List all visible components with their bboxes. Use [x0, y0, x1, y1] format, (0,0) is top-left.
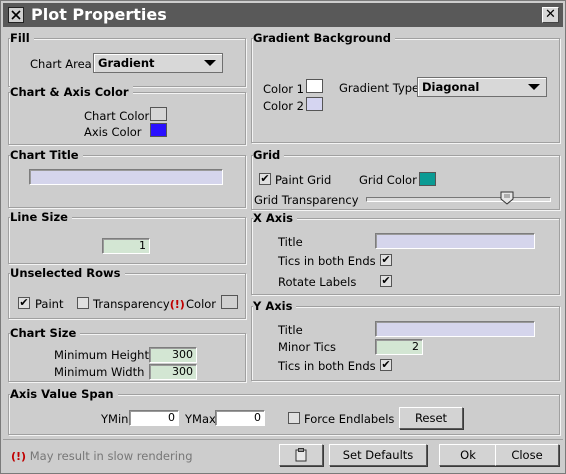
x-axis-title-label: Title — [278, 235, 303, 249]
gradient-type-select[interactable]: Diagonal — [417, 77, 547, 97]
unselected-rows-group: Unselected Rows ✔ Paint Transparency(!) … — [8, 266, 246, 319]
paint-grid-label: Paint Grid — [275, 173, 332, 187]
line-size-legend: Line Size — [10, 210, 72, 224]
ymax-label: YMax — [185, 412, 216, 426]
chart-color-label: Chart Color — [84, 109, 150, 123]
gradient-type-value: Diagonal — [422, 80, 480, 94]
x-axis-title-input[interactable] — [375, 233, 535, 249]
set-defaults-button[interactable]: Set Defaults — [329, 444, 427, 466]
line-size-group: Line Size 1 — [8, 210, 246, 264]
chart-size-group: Chart Size Minimum Height 300 Minimum Wi… — [8, 326, 246, 382]
unselected-rows-legend: Unselected Rows — [10, 266, 125, 280]
clipboard-icon — [295, 448, 307, 462]
paint-rows-checkbox[interactable]: ✔ — [18, 297, 30, 309]
axis-color-label: Axis Color — [84, 125, 142, 139]
status-text: May result in slow rendering — [29, 449, 193, 463]
clipboard-button[interactable] — [279, 444, 323, 466]
status-message: (!) May result in slow rendering — [11, 449, 193, 463]
min-width-input[interactable]: 300 — [149, 364, 197, 380]
plot-properties-dialog: Plot Properties ✕ Fill Chart Area Gradie… — [0, 0, 566, 474]
gradient-background-legend: Gradient Background — [253, 31, 395, 45]
paint-rows-label: Paint — [35, 297, 64, 311]
paint-grid-checkbox[interactable]: ✔ — [259, 173, 271, 185]
axis-value-span-legend: Axis Value Span — [10, 387, 118, 401]
rotate-labels-label: Rotate Labels — [278, 275, 357, 289]
y-axis-tics-checkbox[interactable]: ✔ — [380, 359, 392, 371]
chart-size-legend: Chart Size — [10, 326, 81, 340]
grid-color-label: Grid Color — [359, 173, 417, 187]
color1-label: Color 1 — [263, 82, 304, 96]
gradient-type-label: Gradient Type — [339, 81, 420, 95]
y-axis-legend: Y Axis — [253, 299, 297, 313]
color2-swatch[interactable] — [306, 97, 323, 111]
chart-area-value: Gradient — [98, 56, 155, 70]
app-icon — [8, 7, 24, 23]
warning-icon: (!) — [11, 450, 27, 463]
line-size-input[interactable]: 1 — [102, 238, 150, 254]
chart-axis-color-group: Chart & Axis Color Chart Color Axis Colo… — [8, 85, 246, 145]
color1-swatch[interactable] — [306, 79, 323, 93]
min-height-label: Minimum Height — [54, 348, 149, 362]
close-window-button[interactable]: ✕ — [542, 7, 559, 23]
x-axis-legend: X Axis — [253, 211, 297, 225]
minor-tics-label: Minor Tics — [278, 340, 337, 354]
slider-thumb-icon[interactable] — [500, 191, 514, 205]
gradient-background-group: Gradient Background Color 1 Color 2 Grad… — [251, 31, 560, 143]
status-bar: (!) May result in slow rendering Set Def… — [3, 439, 563, 471]
grid-group: Grid ✔ Paint Grid Grid Color Grid Transp… — [251, 148, 560, 210]
close-icon: ✕ — [545, 7, 556, 22]
chart-area-label: Chart Area — [30, 57, 92, 71]
transparency-label: Transparency(!) — [93, 297, 185, 311]
y-axis-tics-label: Tics in both Ends — [278, 359, 376, 373]
chart-title-legend: Chart Title — [10, 148, 83, 162]
force-endlabels-label: Force Endlabels — [304, 412, 395, 426]
rotate-labels-checkbox[interactable]: ✔ — [380, 275, 392, 287]
x-axis-tics-label: Tics in both Ends — [278, 254, 376, 268]
fill-legend: Fill — [10, 31, 34, 45]
chevron-down-icon — [204, 60, 216, 66]
transparency-text: Transparency — [93, 297, 170, 311]
row-color-swatch[interactable] — [221, 295, 238, 309]
axis-value-span-group: Axis Value Span YMin 0 YMax 0 Force Endl… — [8, 387, 560, 435]
ok-button[interactable]: Ok — [439, 444, 497, 466]
axis-color-swatch[interactable] — [150, 123, 167, 137]
min-height-input[interactable]: 300 — [149, 347, 197, 363]
chart-axis-color-legend: Chart & Axis Color — [10, 85, 133, 99]
window-title: Plot Properties — [31, 5, 167, 24]
chevron-down-icon — [528, 84, 540, 90]
y-axis-title-label: Title — [278, 323, 303, 337]
chart-area-select[interactable]: Gradient — [93, 53, 223, 73]
ymax-input[interactable]: 0 — [215, 410, 265, 426]
fill-group: Fill Chart Area Gradient — [8, 31, 246, 87]
transparency-checkbox[interactable] — [77, 297, 89, 309]
chart-title-input[interactable] — [29, 169, 223, 185]
close-button[interactable]: Close — [495, 444, 559, 466]
reset-button[interactable]: Reset — [399, 407, 463, 429]
row-color-label: Color — [186, 297, 217, 311]
warning-icon: (!) — [169, 298, 185, 311]
chart-title-group: Chart Title — [8, 148, 246, 208]
x-axis-group: X Axis Title Tics in both Ends ✔ Rotate … — [251, 211, 560, 295]
color2-label: Color 2 — [263, 99, 304, 113]
grid-color-swatch[interactable] — [419, 172, 436, 186]
grid-legend: Grid — [253, 148, 285, 162]
min-width-label: Minimum Width — [54, 365, 145, 379]
x-axis-tics-checkbox[interactable]: ✔ — [380, 254, 392, 266]
ymin-label: YMin — [101, 412, 129, 426]
y-axis-group: Y Axis Title Minor Tics 2 Tics in both E… — [251, 299, 560, 381]
y-axis-title-input[interactable] — [375, 321, 535, 337]
title-bar: Plot Properties ✕ — [3, 3, 563, 27]
chart-color-swatch[interactable] — [150, 107, 167, 121]
grid-transparency-label: Grid Transparency — [254, 193, 359, 207]
ymin-input[interactable]: 0 — [129, 410, 179, 426]
grid-transparency-slider[interactable] — [366, 197, 551, 202]
minor-tics-input[interactable]: 2 — [375, 339, 423, 355]
force-endlabels-checkbox[interactable] — [288, 412, 300, 424]
